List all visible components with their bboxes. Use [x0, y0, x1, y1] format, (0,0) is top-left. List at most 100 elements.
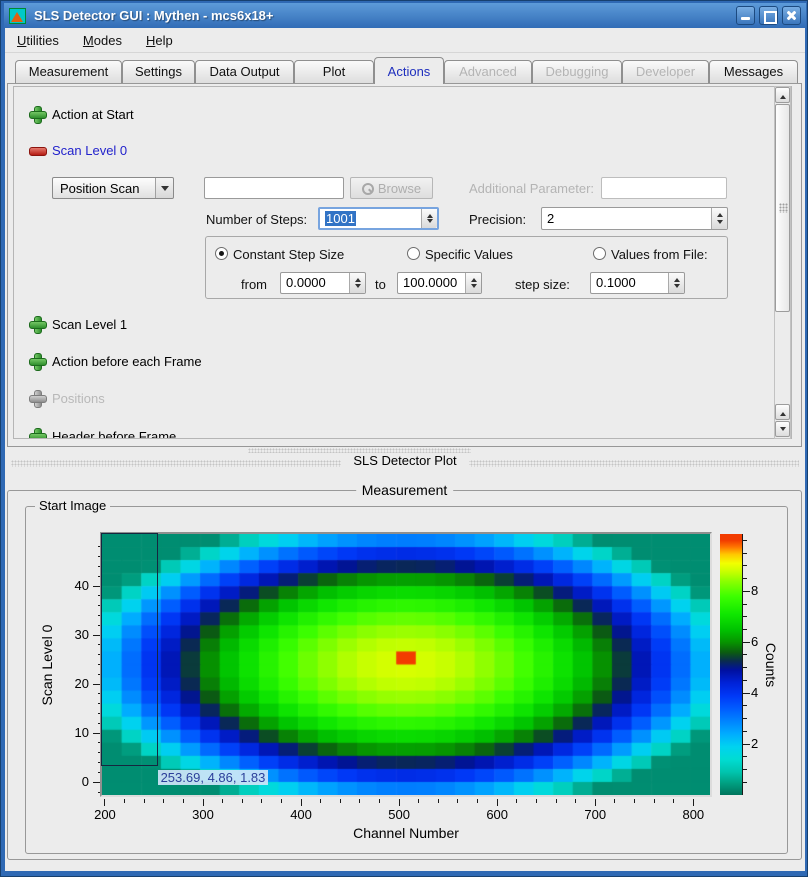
browse-button[interactable]: Browse: [350, 177, 433, 199]
x-minor-tick: [477, 799, 478, 803]
tab-developer[interactable]: Developer: [622, 60, 709, 84]
colorbar-minor-tick: [743, 667, 747, 668]
steps-spinbox[interactable]: 1001: [318, 207, 439, 230]
plot-canvas-frame: 253.69, 4.86, 1.83: [100, 532, 712, 797]
colorbar-minor-tick: [743, 540, 747, 541]
action-item-at-start[interactable]: Action at Start: [28, 105, 134, 125]
spin-buttons[interactable]: [349, 273, 365, 293]
colorbar-major-tick: [743, 591, 750, 592]
add-icon[interactable]: [28, 427, 46, 439]
step-mode-groupbox: Constant Step Size Specific Values Value…: [205, 236, 728, 299]
heatmap-canvas[interactable]: [102, 534, 710, 795]
precision-value: 2: [547, 211, 554, 226]
scroll-down-button[interactable]: [775, 421, 790, 437]
x-minor-tick: [614, 799, 615, 803]
y-axis-tick-labels: 010203040: [53, 534, 89, 795]
x-minor-tick: [575, 799, 576, 803]
x-minor-tick: [536, 799, 537, 803]
scroll-up-button[interactable]: [775, 87, 790, 103]
x-minor-tick: [183, 799, 184, 803]
vertical-scrollbar[interactable]: [774, 86, 791, 439]
add-icon[interactable]: [28, 105, 46, 123]
colorbar-major-tick: [743, 744, 750, 745]
application-window: SLS Detector GUI : Mythen - mcs6x18+ Uti…: [0, 0, 808, 877]
x-major-tick: [693, 799, 694, 806]
tick-label: 2: [751, 736, 771, 751]
colorbar-minor-tick: [743, 718, 747, 719]
action-item-scan-level-1[interactable]: Scan Level 1: [28, 315, 127, 335]
scrollbar-thumb[interactable]: [775, 104, 790, 312]
spin-buttons[interactable]: [465, 273, 481, 293]
tick-label: 400: [281, 807, 321, 822]
start-image-title: Start Image: [35, 498, 110, 513]
tick-label: 40: [53, 578, 89, 593]
steps-value: 1001: [325, 211, 356, 226]
action-item-before-each-frame[interactable]: Action before each Frame: [28, 352, 202, 372]
tick-label: 300: [183, 807, 223, 822]
x-minor-tick: [673, 799, 674, 803]
radio-values-from-file[interactable]: [593, 247, 606, 260]
spin-buttons[interactable]: [711, 208, 727, 229]
radio-specific-values[interactable]: [407, 247, 420, 260]
action-item-header-before-frame[interactable]: Header before Frame: [28, 427, 176, 439]
add-icon[interactable]: [28, 315, 46, 333]
actions-scroll-area: Action at Start Scan Level 0 Position Sc…: [13, 86, 792, 439]
x-axis-ticks: [102, 799, 710, 807]
action-item-label: Header before Frame: [52, 427, 176, 439]
remove-icon[interactable]: [28, 141, 46, 159]
tab-measurement[interactable]: Measurement: [15, 60, 122, 84]
tab-debugging[interactable]: Debugging: [532, 60, 622, 84]
tab-settings[interactable]: Settings: [122, 60, 195, 84]
precision-label: Precision:: [469, 212, 526, 227]
tab-actions[interactable]: Actions: [374, 57, 444, 84]
titlebar[interactable]: SLS Detector GUI : Mythen - mcs6x18+: [4, 3, 806, 28]
zoom-selection-rect[interactable]: [101, 533, 158, 766]
scroll-up-button-2[interactable]: [775, 404, 790, 420]
x-minor-tick: [457, 799, 458, 803]
minimize-button[interactable]: [736, 6, 755, 25]
x-axis-tick-labels: 200300400500600700800: [102, 807, 710, 823]
close-button[interactable]: [782, 6, 801, 25]
menu-utilities[interactable]: Utilities: [17, 33, 59, 48]
from-value: 0.0000: [286, 275, 326, 290]
menu-help[interactable]: Help: [146, 33, 173, 48]
radio-constant-step-size[interactable]: [215, 247, 228, 260]
tick-label: 200: [85, 807, 125, 822]
tab-data-output[interactable]: Data Output: [195, 60, 294, 84]
colorbar-minor-tick: [743, 769, 747, 770]
maximize-button[interactable]: [759, 6, 778, 25]
colorbar-minor-tick: [743, 565, 747, 566]
spin-buttons[interactable]: [668, 273, 684, 293]
x-minor-tick: [634, 799, 635, 803]
x-minor-tick: [359, 799, 360, 803]
tab-advanced[interactable]: Advanced: [444, 60, 532, 84]
radio-label: Constant Step Size: [233, 247, 344, 262]
x-major-tick: [497, 799, 498, 806]
colorbar-major-tick: [743, 693, 750, 694]
from-spinbox[interactable]: 0.0000: [280, 272, 366, 294]
tab-plot[interactable]: Plot: [294, 60, 374, 84]
step-size-value: 0.1000: [596, 275, 636, 290]
spin-buttons[interactable]: [421, 209, 437, 228]
to-value: 100.0000: [403, 275, 457, 290]
step-size-spinbox[interactable]: 0.1000: [590, 272, 685, 294]
additional-parameter-input[interactable]: [601, 177, 727, 199]
tick-label: 8: [751, 583, 771, 598]
action-item-scan-level-0[interactable]: Scan Level 0: [28, 141, 127, 161]
x-minor-tick: [124, 799, 125, 803]
colorbar-minor-tick: [743, 756, 747, 757]
action-item-positions[interactable]: Positions: [28, 389, 105, 409]
x-minor-tick: [556, 799, 557, 803]
colorbar-minor-tick: [743, 604, 747, 605]
to-spinbox[interactable]: 100.0000: [397, 272, 482, 294]
colorbar-major-tick: [743, 642, 750, 643]
x-minor-tick: [379, 799, 380, 803]
add-icon[interactable]: [28, 352, 46, 370]
precision-spinbox[interactable]: 2: [541, 207, 728, 230]
menu-modes[interactable]: Modes: [83, 33, 122, 48]
tick-label: 700: [575, 807, 615, 822]
tab-messages[interactable]: Messages: [709, 60, 798, 84]
scan-mode-select[interactable]: Position Scan: [52, 177, 174, 199]
scan-script-input[interactable]: [204, 177, 344, 199]
x-minor-tick: [654, 799, 655, 803]
